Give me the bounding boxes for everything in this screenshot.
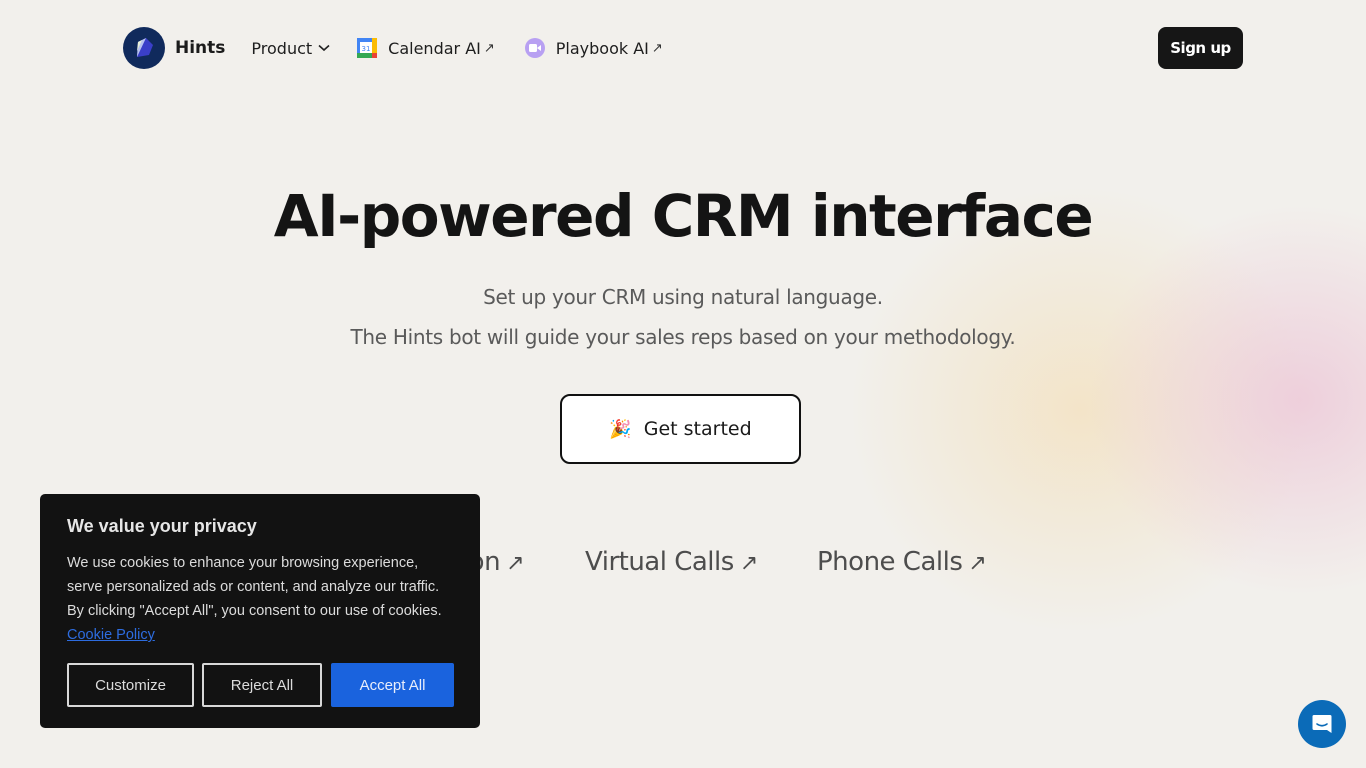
- chat-bubble-icon: [1312, 715, 1332, 733]
- reject-all-button[interactable]: Reject All: [202, 663, 322, 707]
- nav-product-label: Product: [251, 38, 313, 58]
- get-started-label: Get started: [643, 418, 752, 440]
- external-link-icon: ↗: [968, 551, 987, 576]
- feature-link-virtual-calls[interactable]: Virtual Calls ↗: [585, 547, 758, 577]
- hero-subtitle-line-1: Set up your CRM using natural language.: [483, 285, 883, 309]
- hero-title: AI-powered CRM interface: [273, 182, 1094, 250]
- external-link-icon: ↗: [483, 40, 495, 56]
- cookie-banner-title: We value your privacy: [67, 516, 257, 536]
- brand-name[interactable]: Hints: [175, 38, 225, 58]
- cookie-policy-link[interactable]: Cookie Policy: [67, 627, 155, 643]
- accept-all-button[interactable]: Accept All: [331, 663, 454, 707]
- external-link-icon: ↗: [651, 40, 663, 56]
- party-popper-icon: 🎉: [609, 418, 632, 440]
- external-link-icon: ↗: [506, 551, 524, 576]
- cookie-banner-actions: Customize Reject All Accept All: [67, 663, 454, 707]
- nav-calendar-ai-label: Calendar AI: [388, 38, 481, 58]
- hero-subtitle-line-2: The Hints bot will guide your sales reps…: [350, 325, 1016, 349]
- chevron-down-icon: [318, 44, 330, 52]
- svg-text:31: 31: [362, 45, 371, 53]
- top-nav: Hints Product 31 Calendar AI ↗ Playbook …: [123, 27, 1243, 69]
- feature-link-phone-calls[interactable]: Phone Calls ↗: [817, 547, 987, 577]
- nav-playbook-ai-label: Playbook AI: [555, 38, 649, 58]
- google-calendar-icon: 31: [357, 38, 378, 58]
- cookie-banner-body: We use cookies to enhance your browsing …: [67, 551, 453, 647]
- feature-link-label: Phone Calls: [817, 547, 963, 577]
- customize-button[interactable]: Customize: [67, 663, 194, 707]
- nav-playbook-ai-link[interactable]: Playbook AI ↗: [524, 38, 663, 58]
- nav-calendar-ai-link[interactable]: 31 Calendar AI ↗: [357, 38, 495, 58]
- cookie-consent-banner: We value your privacy We use cookies to …: [40, 494, 480, 728]
- hints-logo-icon[interactable]: [123, 27, 165, 69]
- nav-product-menu[interactable]: Product: [251, 39, 330, 58]
- video-camera-icon: [524, 38, 545, 58]
- sign-up-button[interactable]: Sign up: [1158, 27, 1243, 69]
- get-started-button[interactable]: 🎉 Get started: [560, 394, 801, 464]
- cookie-banner-text: We use cookies to enhance your browsing …: [67, 555, 442, 619]
- chat-launcher-button[interactable]: [1298, 700, 1346, 748]
- feature-link-label: Virtual Calls: [585, 547, 734, 577]
- external-link-icon: ↗: [739, 551, 758, 576]
